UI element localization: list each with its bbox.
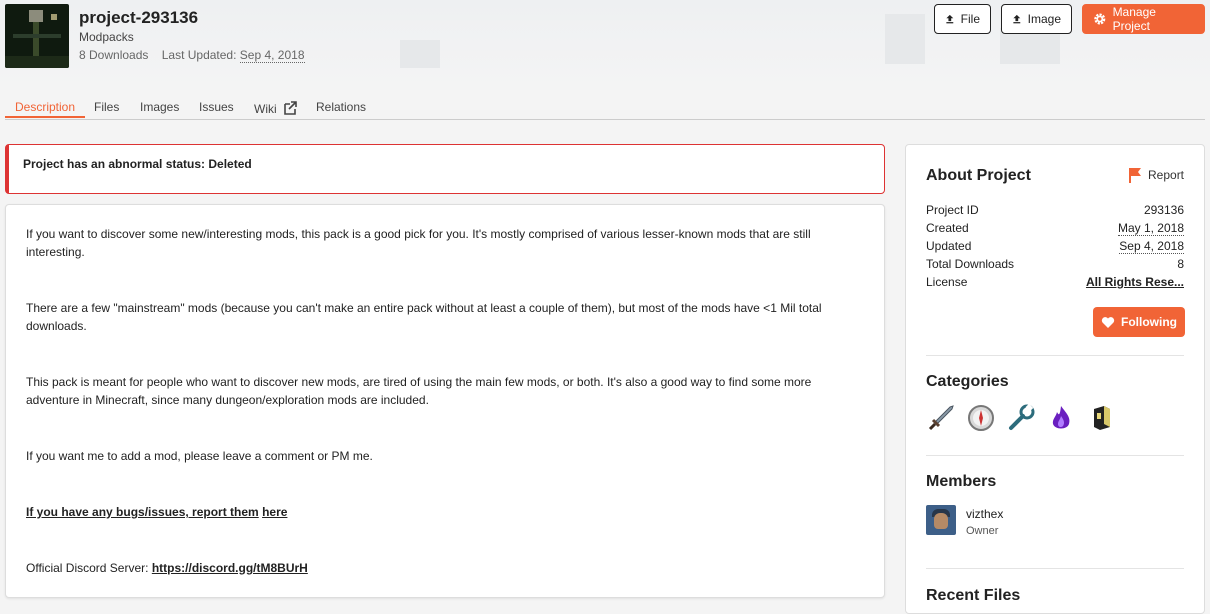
block-icon[interactable] xyxy=(1086,403,1116,433)
categories-heading: Categories xyxy=(926,373,1009,390)
about-key: Created xyxy=(926,221,969,235)
upload-image-button[interactable]: Image xyxy=(1001,4,1072,34)
following-button[interactable]: Following xyxy=(1093,307,1185,337)
following-label: Following xyxy=(1121,315,1177,329)
last-updated-date: Sep 4, 2018 xyxy=(239,48,305,63)
project-category[interactable]: Modpacks xyxy=(79,30,134,44)
license-link[interactable]: All Rights Rese... xyxy=(1086,275,1184,289)
about-value: 8 xyxy=(1177,257,1184,271)
about-key: License xyxy=(926,275,968,289)
member-name[interactable]: vizthex xyxy=(966,507,1003,521)
upload-file-label: File xyxy=(960,12,980,26)
sword-icon[interactable] xyxy=(926,403,956,433)
discord-label: Official Discord Server: xyxy=(26,561,149,575)
category-icons xyxy=(926,403,1116,433)
heart-icon xyxy=(1101,316,1115,328)
member-role: Owner xyxy=(966,525,999,537)
project-thumbnail xyxy=(5,4,69,68)
divider xyxy=(926,355,1184,356)
description-paragraph: If you want me to add a mod, please leav… xyxy=(26,449,373,463)
tab-files[interactable]: Files xyxy=(94,100,119,114)
project-meta: 8 Downloads Last Updated: Sep 4, 2018 xyxy=(79,48,305,63)
description-panel: If you want to discover some new/interes… xyxy=(5,204,885,598)
compass-icon[interactable] xyxy=(966,403,996,433)
tab-issues[interactable]: Issues xyxy=(199,100,234,114)
about-row-project-id: Project ID 293136 xyxy=(926,203,1184,221)
wrench-icon[interactable] xyxy=(1006,403,1036,433)
download-count: 8 Downloads xyxy=(79,48,149,62)
status-alert-text: Project has an abnormal status: Deleted xyxy=(23,157,252,171)
manage-project-label: Manage Project xyxy=(1112,5,1156,33)
about-key: Updated xyxy=(926,239,972,253)
upload-file-button[interactable]: File xyxy=(934,4,991,34)
upload-image-label: Image xyxy=(1027,12,1061,26)
upload-icon xyxy=(946,14,954,24)
active-tab-indicator xyxy=(5,116,85,118)
last-updated-label: Last Updated: xyxy=(161,48,237,62)
gear-icon xyxy=(1094,13,1106,25)
about-row-total-downloads: Total Downloads 8 xyxy=(926,257,1184,275)
manage-project-button[interactable]: Manage Project xyxy=(1082,4,1205,34)
upload-icon xyxy=(1013,14,1021,24)
bug-report-paragraph: If you have any bugs/issues, report them… xyxy=(26,503,846,521)
tab-relations[interactable]: Relations xyxy=(316,100,366,114)
description-paragraph: This pack is meant for people who want t… xyxy=(26,375,812,407)
recent-files-heading: Recent Files xyxy=(926,587,1021,604)
about-value: Sep 4, 2018 xyxy=(1119,239,1184,254)
flag-icon xyxy=(1129,168,1141,183)
about-key: Total Downloads xyxy=(926,257,1015,271)
about-row-updated: Updated Sep 4, 2018 xyxy=(926,239,1184,257)
tab-wiki-label: Wiki xyxy=(254,102,277,116)
project-tabs: Description Files Images Issues Wiki Rel… xyxy=(5,96,1205,120)
report-label: Report xyxy=(1148,168,1185,182)
purple-flame-icon[interactable] xyxy=(1046,403,1076,433)
about-key: Project ID xyxy=(926,203,979,217)
divider xyxy=(926,455,1184,456)
report-button[interactable]: Report xyxy=(1128,167,1184,183)
about-value: May 1, 2018 xyxy=(1117,221,1184,236)
tab-images[interactable]: Images xyxy=(140,100,179,114)
about-row-created: Created May 1, 2018 xyxy=(926,221,1184,239)
avatar[interactable] xyxy=(926,505,956,535)
external-link-icon xyxy=(284,101,297,115)
divider xyxy=(926,568,1184,569)
discord-link[interactable]: https://discord.gg/tM8BUrH xyxy=(152,561,308,575)
status-alert: Project has an abnormal status: Deleted xyxy=(5,144,885,194)
about-row-license: License All Rights Rese... xyxy=(926,275,1184,293)
about-sidebar: About Project Report Project ID 293136 C… xyxy=(905,144,1205,614)
discord-paragraph: Official Discord Server: https://discord… xyxy=(26,559,846,577)
bug-report-text: If you have any bugs/issues, report them xyxy=(26,505,259,519)
project-title: project-293136 xyxy=(79,8,199,27)
bug-report-link[interactable]: here xyxy=(262,505,287,519)
description-paragraph: If you want to discover some new/interes… xyxy=(26,227,811,259)
tab-wiki[interactable]: Wiki xyxy=(254,100,298,116)
tab-description[interactable]: Description xyxy=(15,100,75,114)
description-paragraph: There are a few "mainstream" mods (becau… xyxy=(26,301,822,333)
about-heading: About Project xyxy=(926,167,1031,184)
about-value: 293136 xyxy=(1143,203,1184,217)
members-heading: Members xyxy=(926,473,997,490)
